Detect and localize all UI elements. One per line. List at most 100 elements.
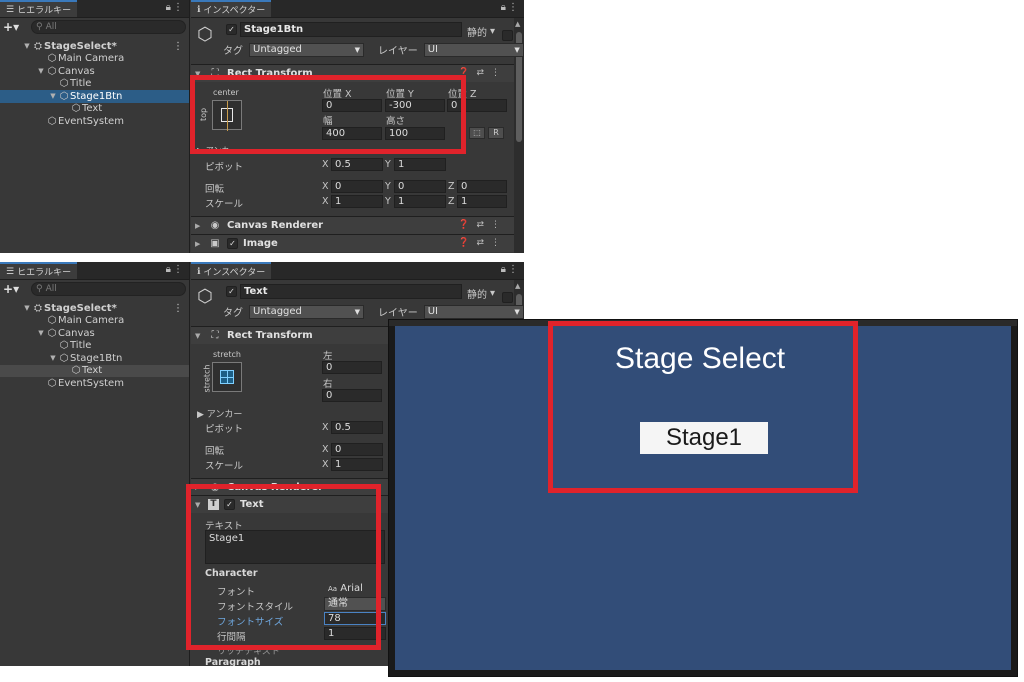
hierarchy-item[interactable]: ▼ ⬡ Stage1Btn <box>0 90 189 103</box>
line-spacing-field[interactable]: 1 <box>324 627 386 640</box>
menu-icon[interactable]: ⋮ <box>508 264 518 275</box>
tag-dropdown[interactable]: Untagged ▼ <box>249 42 364 57</box>
pivot-x-field[interactable]: 0.5 <box>331 158 383 171</box>
hierarchy-item[interactable]: ⬡ Title <box>0 340 189 353</box>
fold-arrow-icon[interactable]: ▼ <box>48 354 58 362</box>
hierarchy-item[interactable]: ⬡ Main Camera <box>0 53 189 66</box>
gameobject-icon: ⬡ <box>59 352 69 364</box>
font-asset-icon: Aa <box>328 585 338 593</box>
left-field[interactable]: 0 <box>322 361 382 374</box>
stage1-button[interactable]: Stage1 <box>640 422 768 454</box>
text-enabled-checkbox[interactable]: ✓ <box>224 499 235 510</box>
rotation-z-field[interactable]: 0 <box>457 180 507 193</box>
hierarchy-item[interactable]: ⬡ Title <box>0 78 189 91</box>
fold-arrow-icon: ▶ <box>195 239 201 248</box>
lock-icon[interactable]: 🔒︎ <box>501 264 506 275</box>
active-checkbox[interactable]: ✓ <box>226 24 237 35</box>
lock-icon[interactable]: 🔒︎ <box>166 2 171 13</box>
lock-icon[interactable]: 🔒︎ <box>166 264 171 275</box>
text-content-area[interactable]: Stage1 <box>205 530 385 564</box>
cube-icon: ⬡ <box>197 24 213 45</box>
menu-icon[interactable]: ⋮ <box>508 2 518 13</box>
anchor-foldout[interactable]: ▶ アンカー <box>197 407 242 420</box>
static-toggle[interactable]: 静的 ▾ <box>467 24 513 41</box>
fold-arrow-icon[interactable]: ▼ <box>22 304 32 312</box>
lock-icon[interactable]: 🔒︎ <box>501 2 506 13</box>
fold-arrow-icon[interactable]: ▼ <box>48 92 58 100</box>
raw-edit-button[interactable]: R <box>488 127 504 139</box>
preset-icon[interactable]: ⇄ <box>476 68 484 78</box>
menu-icon[interactable]: ⋮ <box>491 220 500 230</box>
search-input[interactable]: ⚲ All <box>31 282 186 296</box>
add-button[interactable]: +▾ <box>3 282 25 296</box>
fold-arrow-icon: ▶ <box>195 221 201 230</box>
scale-z-field[interactable]: 1 <box>457 195 507 208</box>
menu-icon[interactable]: ⋮ <box>173 264 183 275</box>
pos-x-field[interactable]: 0 <box>322 99 382 112</box>
hierarchy-item-label: EventSystem <box>58 115 124 127</box>
static-toggle[interactable]: 静的 ▾ <box>467 286 513 303</box>
layer-dropdown[interactable]: UI ▼ <box>423 42 524 57</box>
inspector-tab[interactable]: ℹ インスペクター <box>191 262 272 279</box>
anchor-preset-button[interactable] <box>212 100 242 131</box>
rotation-y-field[interactable]: 0 <box>394 180 446 193</box>
help-icon[interactable]: ❓ <box>458 238 469 248</box>
anchor-preset-button[interactable] <box>212 362 242 392</box>
menu-icon[interactable]: ⋮ <box>491 68 500 78</box>
pivot-y-field[interactable]: 1 <box>394 158 446 171</box>
fold-arrow-icon: ▶ <box>195 483 201 491</box>
hierarchy-item[interactable]: ▼ ⬡ Stage1Btn <box>0 352 189 365</box>
canvas-renderer-header[interactable]: ▶ ◉ Canvas Renderer ❓ ⇄ ⋮ <box>191 216 514 234</box>
image-enabled-checkbox[interactable]: ✓ <box>227 238 238 249</box>
hierarchy-item[interactable]: ⬡ Text <box>0 364 189 377</box>
menu-icon[interactable]: ⋮ <box>173 2 183 13</box>
scale-y-field[interactable]: 1 <box>394 195 446 208</box>
menu-icon[interactable]: ⋮ <box>173 41 183 52</box>
help-icon[interactable]: ❓ <box>458 220 469 230</box>
hierarchy-item[interactable]: ⬡ Text <box>0 103 189 116</box>
right-field[interactable]: 0 <box>322 389 382 402</box>
scale-x-field[interactable]: 1 <box>331 458 383 471</box>
hierarchy-item[interactable]: ▼ ⛭ StageSelect* ⋮ <box>0 302 189 315</box>
menu-icon[interactable]: ⋮ <box>173 303 183 314</box>
add-button[interactable]: +▾ <box>3 20 25 34</box>
fold-arrow-icon[interactable]: ▼ <box>36 67 46 75</box>
search-input[interactable]: ⚲ All <box>31 20 186 34</box>
hierarchy-item[interactable]: ⬡ EventSystem <box>0 115 189 128</box>
hierarchy-item[interactable]: ▼ ⛭ StageSelect* ⋮ <box>0 40 189 53</box>
object-name-input[interactable]: Text <box>240 284 462 299</box>
width-field[interactable]: 400 <box>322 127 382 140</box>
hierarchy-item[interactable]: ⬡ Main Camera <box>0 315 189 328</box>
object-name-input[interactable]: Stage1Btn <box>240 22 462 37</box>
help-icon[interactable]: ❓ <box>458 68 469 78</box>
pos-z-field[interactable]: 0 <box>447 99 507 112</box>
menu-icon[interactable]: ⋮ <box>491 238 500 248</box>
hierarchy-item[interactable]: ⬡ EventSystem <box>0 377 189 390</box>
inspector-tab[interactable]: ℹ インスペクター <box>191 0 272 17</box>
rect-transform-header[interactable]: ▼ ⛶ Rect Transform ❓ ⇄ ⋮ <box>191 64 514 82</box>
scale-x-field[interactable]: 1 <box>331 195 383 208</box>
font-field[interactable]: Aa Arial <box>324 582 386 595</box>
fold-arrow-icon[interactable]: ▼ <box>36 329 46 337</box>
hierarchy-tab[interactable]: ☰ ヒエラルキー <box>0 0 78 17</box>
preset-icon[interactable]: ⇄ <box>476 238 484 248</box>
anchor-foldout[interactable]: ▶ アンカー <box>197 145 237 156</box>
hierarchy-item-label: Main Camera <box>58 315 125 327</box>
height-field[interactable]: 100 <box>385 127 445 140</box>
preset-icon[interactable]: ⇄ <box>476 220 484 230</box>
tag-dropdown[interactable]: Untagged ▼ <box>249 304 364 319</box>
rotation-x-field[interactable]: 0 <box>331 443 383 456</box>
hierarchy-tab[interactable]: ☰ ヒエラルキー <box>0 262 78 279</box>
font-size-field[interactable]: 78 <box>324 612 386 625</box>
fold-arrow-icon[interactable]: ▼ <box>22 42 32 50</box>
hierarchy-item[interactable]: ▼ ⬡ Canvas <box>0 327 189 340</box>
font-style-dropdown[interactable]: 通常 <box>324 597 386 611</box>
blueprint-button[interactable]: ⬚ <box>469 127 485 139</box>
hierarchy-item[interactable]: ▼ ⬡ Canvas <box>0 65 189 78</box>
image-header[interactable]: ▶ ▣ ✓ Image ❓ ⇄ ⋮ <box>191 234 514 252</box>
pos-y-field[interactable]: -300 <box>385 99 445 112</box>
rotation-x-field[interactable]: 0 <box>331 180 383 193</box>
pivot-x-field[interactable]: 0.5 <box>331 421 383 434</box>
active-checkbox[interactable]: ✓ <box>226 286 237 297</box>
layer-dropdown[interactable]: UI ▼ <box>423 304 524 319</box>
